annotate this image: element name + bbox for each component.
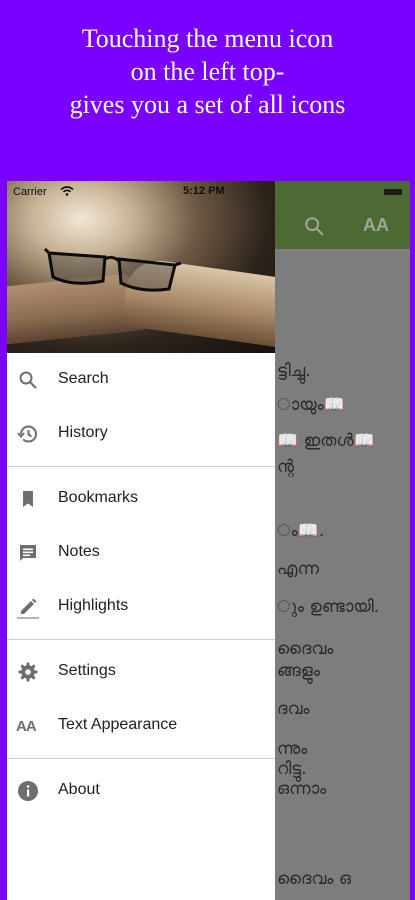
menu-divider: [7, 758, 275, 759]
menu-item-label: Notes: [58, 543, 100, 560]
background-text-line: ന്റ: [277, 457, 294, 477]
menu-item-label: Bookmarks: [58, 489, 139, 506]
menu-item-settings[interactable]: Settings: [7, 645, 275, 699]
bookmark-icon: [23, 491, 33, 507]
menu-item-search[interactable]: Search: [7, 353, 275, 407]
gear-icon: [18, 662, 38, 682]
menu-item-bookmarks[interactable]: Bookmarks: [7, 472, 275, 526]
menu-item-history[interactable]: History: [7, 407, 275, 461]
menu-item-text-appearance[interactable]: AA Text Appearance: [7, 699, 275, 753]
menu-item-label: Highlights: [58, 597, 129, 614]
search-icon: [19, 371, 37, 389]
background-text-line: ം📖.: [277, 521, 325, 541]
info-icon: [18, 781, 38, 801]
menu-divider: [7, 639, 275, 640]
headline-line-1: Touching the menu icon: [81, 24, 334, 53]
drawer-header-image: Carrier 5:12 PM: [7, 181, 275, 353]
text-size-icon: AA: [16, 718, 37, 735]
battery-icon: [384, 189, 402, 195]
menu-item-highlights[interactable]: Highlights: [7, 580, 275, 634]
background-text-line: ദൈവം ഒ: [277, 869, 351, 889]
headline-line-2: on the left top-: [130, 57, 285, 86]
highlight-pen-icon: [17, 598, 39, 619]
background-text-line: ും ഉണ്ടായി.: [277, 597, 380, 617]
background-text-line: 📖 ഇതൾ📖: [277, 431, 375, 451]
phone-screen: AA ട്ടിച്ചു. ായും📖 📖 ഇതൾ📖 ന്റ ം📖. എന്ന ു…: [7, 181, 410, 900]
menu-item-label: About: [58, 781, 100, 798]
status-bar: Carrier 5:12 PM: [7, 181, 275, 201]
menu-item-label: Search: [58, 370, 109, 387]
background-text-line: ങ്ങളും: [277, 661, 320, 681]
background-text-line: ദവം: [277, 699, 310, 719]
background-text-line: എന്ന: [277, 559, 319, 579]
background-search-icon: [305, 217, 324, 236]
menu-item-notes[interactable]: Notes: [7, 526, 275, 580]
notes-icon: [20, 545, 36, 561]
background-text-size-icon: AA: [363, 215, 389, 235]
eyeglasses-image: [43, 247, 182, 292]
headline-line-3: gives you a set of all icons: [69, 90, 346, 119]
wifi-icon: [60, 186, 74, 196]
background-text-line: ദൈവം: [277, 639, 334, 659]
menu-item-label: Settings: [58, 662, 116, 679]
background-text-line: ായും📖: [277, 395, 345, 415]
background-text-line: റിട്ടു.: [277, 759, 307, 779]
background-text-line: ട്ടിച്ചു.: [277, 361, 311, 381]
navigation-drawer: Carrier 5:12 PM Search History Bookmarks…: [7, 181, 275, 900]
background-text-line: ഒന്നാം: [277, 779, 327, 799]
carrier-label: Carrier: [13, 186, 47, 198]
menu-item-label: Text Appearance: [58, 716, 178, 733]
background-text-line: ന്നും: [277, 739, 308, 759]
promo-headline: Touching the menu icon on the left top- …: [0, 22, 415, 121]
menu-item-about[interactable]: About: [7, 764, 275, 818]
menu-item-label: History: [58, 424, 108, 441]
menu-divider: [7, 466, 275, 467]
history-icon: [17, 425, 37, 443]
clock: 5:12 PM: [183, 185, 225, 197]
